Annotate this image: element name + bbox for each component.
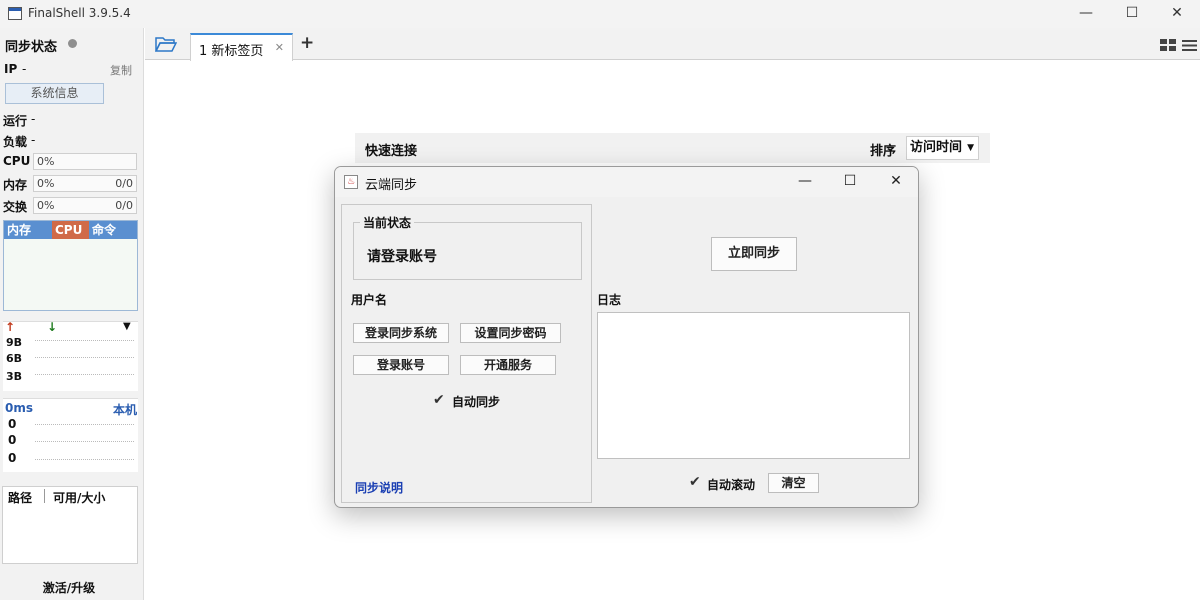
auto-sync-label: 自动同步 xyxy=(452,395,501,409)
add-tab-button[interactable]: + xyxy=(300,33,314,53)
disk-col-size: 可用/大小 xyxy=(53,491,106,505)
monitor-panel: 内存 CPU 命令 xyxy=(3,220,138,311)
disk-col-path: 路径 xyxy=(8,491,33,505)
sync-now-button[interactable]: 立即同步 xyxy=(711,237,797,271)
set-sync-password-button[interactable]: 设置同步密码 xyxy=(460,323,561,343)
sort-select[interactable]: 访问时间 ▼ xyxy=(906,136,979,160)
minimize-button[interactable]: — xyxy=(1063,0,1109,28)
account-panel: 当前状态 请登录账号 用户名 登录同步系统 设置同步密码 登录账号 开通服务 ✔… xyxy=(341,204,592,503)
sort-label: 排序 xyxy=(870,144,897,159)
clear-log-button[interactable]: 清空 xyxy=(768,473,819,493)
ping-target-select[interactable]: 本机 xyxy=(113,401,137,418)
dialog-title: 云端同步 xyxy=(365,178,418,193)
sync-help-link[interactable]: 同步说明 xyxy=(355,479,403,496)
swap-value: 0% xyxy=(37,199,55,212)
tab-label: 1 新标签页 xyxy=(199,44,264,59)
sync-status-label: 同步状态 xyxy=(5,40,58,55)
login-sync-system-button[interactable]: 登录同步系统 xyxy=(353,323,449,343)
window-title: FinalShell 3.9.5.4 xyxy=(28,6,131,20)
cpu-value: 0% xyxy=(37,155,55,168)
tab-memory[interactable]: 内存 xyxy=(4,221,52,239)
tab-cpu[interactable]: CPU xyxy=(52,221,89,239)
sort-value: 访问时间 xyxy=(910,140,963,155)
network-menu-icon[interactable]: ▼ xyxy=(123,321,131,332)
mem-label: 内存 xyxy=(3,178,28,192)
dialog-title-bar: ♨ 云端同步 — ☐ ✕ xyxy=(335,167,918,197)
folder-open-icon[interactable] xyxy=(155,36,177,53)
ping-graph: 0ms 本机 0 0 0 xyxy=(3,398,138,472)
activate-upgrade-button[interactable]: 激活/升级 xyxy=(0,579,138,596)
grid-view-icon[interactable] xyxy=(1160,39,1176,52)
current-status-group: 当前状态 请登录账号 xyxy=(353,214,582,280)
open-service-button[interactable]: 开通服务 xyxy=(460,355,556,375)
ping-tick: 0 xyxy=(8,433,17,447)
java-icon: ♨ xyxy=(344,175,358,189)
sidebar: 同步状态 IP - 复制 系统信息 运行 - 负载 - CPU 0% 内存 0%… xyxy=(0,28,144,600)
log-label: 日志 xyxy=(597,293,622,307)
log-textarea[interactable] xyxy=(597,312,910,459)
maximize-button[interactable]: ☐ xyxy=(1109,0,1155,28)
ping-tick: 0 xyxy=(8,417,17,431)
network-graph: ↑ ↓ ▼ 9B 6B 3B xyxy=(3,320,138,391)
ping-tick: 0 xyxy=(8,451,17,465)
auto-scroll-checkbox[interactable]: ✔ xyxy=(689,475,702,489)
cloud-sync-dialog: ♨ 云端同步 — ☐ ✕ 当前状态 请登录账号 用户名 登录同步系统 设置同步密… xyxy=(334,166,919,508)
app-icon xyxy=(8,7,22,20)
close-button[interactable]: ✕ xyxy=(1154,0,1200,28)
menu-icon[interactable] xyxy=(1182,39,1197,52)
load-value: - xyxy=(31,133,36,147)
download-arrow-icon: ↓ xyxy=(47,320,58,334)
ip-label: IP xyxy=(4,62,18,76)
disk-table: 路径 可用/大小 xyxy=(2,486,138,564)
net-tick: 6B xyxy=(6,352,23,365)
copy-ip-button[interactable]: 复制 xyxy=(110,62,132,78)
swap-usage: 0/0 xyxy=(115,199,133,212)
auto-scroll-label: 自动滚动 xyxy=(707,478,756,492)
cpu-label: CPU xyxy=(3,154,31,168)
auto-sync-checkbox[interactable]: ✔ xyxy=(433,393,446,407)
upload-arrow-icon: ↑ xyxy=(5,320,16,334)
tab-command[interactable]: 命令 xyxy=(89,221,137,239)
net-tick: 3B xyxy=(6,370,23,383)
title-bar: FinalShell 3.9.5.4 — ☐ ✕ xyxy=(0,0,1200,28)
quick-connect-bar: 快速连接 排序 访问时间 ▼ xyxy=(355,133,990,163)
mem-meter: 0% 0/0 xyxy=(33,175,137,192)
sync-status-indicator xyxy=(68,39,77,48)
ip-value: - xyxy=(22,62,27,76)
current-status-legend: 当前状态 xyxy=(360,214,415,231)
dialog-minimize-button[interactable]: — xyxy=(782,167,828,197)
mem-usage: 0/0 xyxy=(115,177,133,190)
cpu-meter: 0% xyxy=(33,153,137,170)
quick-connect-label: 快速连接 xyxy=(365,144,418,159)
tab-new-tab[interactable]: 1 新标签页 ✕ xyxy=(190,33,293,61)
dialog-close-button[interactable]: ✕ xyxy=(873,167,918,197)
status-text: 请登录账号 xyxy=(367,249,437,265)
mem-value: 0% xyxy=(37,177,55,190)
dialog-maximize-button[interactable]: ☐ xyxy=(827,167,873,197)
run-value: - xyxy=(31,112,36,126)
load-label: 负载 xyxy=(3,135,28,149)
close-tab-icon[interactable]: ✕ xyxy=(275,41,284,54)
swap-label: 交换 xyxy=(3,200,28,214)
system-info-button[interactable]: 系统信息 xyxy=(5,83,104,104)
run-label: 运行 xyxy=(3,114,28,128)
net-tick: 9B xyxy=(6,336,23,349)
chevron-down-icon: ▼ xyxy=(967,143,974,153)
ping-value: 0ms xyxy=(5,401,33,415)
login-account-button[interactable]: 登录账号 xyxy=(353,355,449,375)
swap-meter: 0% 0/0 xyxy=(33,197,137,214)
username-label: 用户名 xyxy=(351,293,388,307)
tab-bar: 1 新标签页 ✕ + xyxy=(145,28,1200,61)
